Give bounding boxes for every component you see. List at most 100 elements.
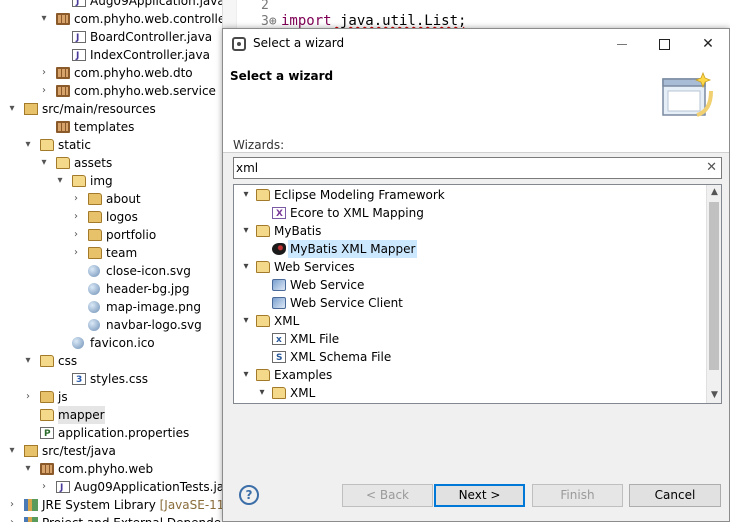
library-icon [24,517,38,522]
scrollbar-thumb[interactable] [709,202,719,370]
expand-chevron-icon[interactable]: ▾ [6,442,18,460]
help-icon[interactable]: ? [239,485,259,505]
explorer-row-label: navbar-logo.svg [106,316,202,334]
wizard-header: Select a wizard [223,59,729,153]
filter-input[interactable] [236,159,696,177]
collapse-chevron-icon[interactable]: › [38,478,50,496]
explorer-row-label: mapper [58,406,105,424]
collapse-chevron-icon[interactable]: › [6,514,18,522]
wizard-tree-item[interactable]: Web Service Client [234,294,704,312]
wizard-tree-item[interactable]: Ecore to XML Mapping [234,204,704,223]
back-button[interactable]: < Back [342,484,433,507]
explorer-row-label: team [106,244,137,262]
source-folder-icon [24,103,38,115]
explorer-row-label: css [58,352,77,370]
row-text: js [58,390,68,404]
expand-chevron-icon[interactable]: ▾ [22,460,34,478]
explorer-row-label: BoardController.java [90,28,212,46]
wizard-tree-item[interactable]: ▾ MyBatis [234,222,704,240]
wizard-tree-item[interactable]: MyBatis XML Mapper [234,240,704,258]
explorer-row-label: close-icon.svg [106,262,191,280]
explorer-row-label: favicon.ico [90,334,155,352]
row-text: team [106,246,138,260]
properties-file-icon [40,425,54,443]
file-icon [88,283,100,295]
line-number: 2 [261,0,269,13]
expand-chevron-icon[interactable]: ▾ [6,100,18,118]
folder-icon [56,157,70,169]
expand-chevron-icon[interactable]: ▾ [240,222,252,240]
wizards-label: Wizards: [233,138,285,152]
scroll-up-icon[interactable]: ▲ [707,185,721,200]
folder-icon [88,193,102,205]
dialog-titlebar[interactable]: Select a wizard ✕ [223,29,729,59]
wizard-heading: Select a wizard [230,69,334,83]
explorer-row-label: Aug09Application.java [90,0,222,10]
explorer-row-label: js [58,388,68,406]
collapse-chevron-icon[interactable]: › [38,64,50,82]
expand-chevron-icon[interactable]: ▾ [22,352,34,370]
scroll-down-icon[interactable]: ▼ [707,388,721,403]
row-text: application.properties [58,426,190,440]
row-text: mapper [58,408,105,422]
next-button[interactable]: Next > [434,484,525,507]
row-text: close-icon.svg [106,264,191,278]
expand-chevron-icon[interactable]: ▾ [256,384,268,402]
wizard-tree-item[interactable]: XML File [234,330,704,349]
row-text: templates [74,120,135,134]
minimize-button[interactable] [599,29,645,59]
collapse-chevron-icon[interactable]: › [70,208,82,226]
row-text: com.phyho.web.controller [74,12,222,26]
collapse-chevron-icon[interactable]: › [6,496,18,514]
expand-chevron-icon[interactable]: ▾ [240,186,252,204]
dialog-title: Select a wizard [253,36,345,50]
expand-chevron-icon[interactable]: ▾ [54,172,66,190]
wizard-tree-item[interactable]: ▾ Eclipse Modeling Framework [234,186,704,204]
explorer-row-label: assets [74,154,112,172]
expand-chevron-icon[interactable]: ▾ [240,258,252,276]
close-button[interactable]: ✕ [685,29,729,59]
expand-chevron-icon[interactable]: ▾ [38,154,50,172]
expand-chevron-icon[interactable]: ▾ [240,366,252,384]
row-text: map-image.png [106,300,202,314]
folder-icon [88,211,102,223]
collapse-chevron-icon[interactable]: › [38,82,50,100]
wizard-tree-item[interactable]: ▾ Web Services [234,258,704,276]
collapse-chevron-icon[interactable]: › [22,388,34,406]
expand-chevron-icon[interactable]: ▾ [38,10,50,28]
clear-filter-icon[interactable]: ✕ [706,160,717,175]
collapse-chevron-icon[interactable]: › [70,190,82,208]
explorer-row-label: portfolio [106,226,156,244]
project-explorer: Aug09Application.java ▾ com.phyho.web.cont… [0,0,222,522]
folder-icon [40,409,54,421]
explorer-row-label: Project and External Dependen [42,514,222,522]
wizard-tree-label: Examples [274,368,333,382]
tree-scrollbar[interactable]: ▲ ▼ [706,185,721,403]
package-icon [56,85,70,97]
xml-file-icon [272,331,286,349]
folder-icon [272,387,286,399]
wizard-tree-item[interactable]: ▾ XML [234,312,704,330]
wizard-tree[interactable]: ▾ Eclipse Modeling Framework Ecore to XML … [233,184,722,404]
cancel-button[interactable]: Cancel [629,484,721,507]
maximize-button[interactable] [641,29,687,59]
explorer-row-label: src/main/resources [42,100,156,118]
mybatis-icon [272,243,286,255]
code-editor[interactable]: 2 3⊕ import java.util.List; [222,0,730,30]
wizard-tree-item[interactable]: Web Service [234,276,704,294]
wizard-tree-label: XML [274,314,300,328]
folder-icon [256,369,270,381]
finish-button[interactable]: Finish [532,484,623,507]
java-file-icon [72,47,86,65]
collapse-chevron-icon[interactable]: › [70,244,82,262]
wizard-tree-item[interactable]: ▾ Examples [234,366,704,384]
wizard-tree-item[interactable]: ▾ XML [234,384,704,402]
collapse-chevron-icon[interactable]: › [70,226,82,244]
folder-icon [72,175,86,187]
file-icon [88,265,100,277]
folder-icon [40,355,54,367]
wizard-tree-item[interactable]: XML Schema File [234,348,704,367]
expand-chevron-icon[interactable]: ▾ [22,136,34,154]
java-file-icon [56,479,70,497]
expand-chevron-icon[interactable]: ▾ [240,312,252,330]
